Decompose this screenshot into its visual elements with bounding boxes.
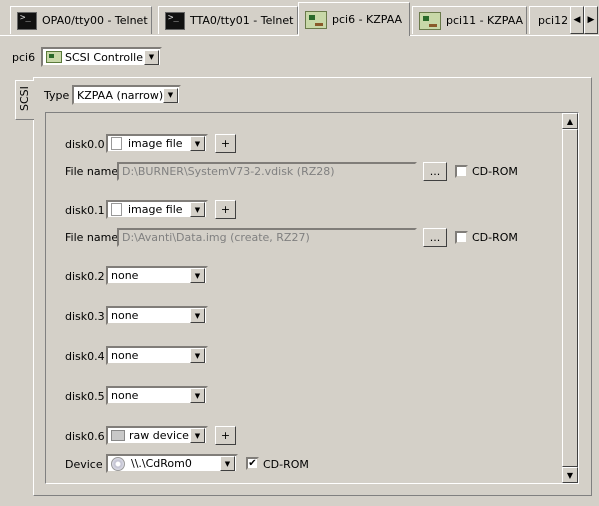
disk0-3-type-value: none: [111, 309, 139, 322]
disk0-4-type-select[interactable]: none ▼: [106, 346, 208, 365]
disk0-0-cdrom-checkbox[interactable]: [455, 165, 468, 178]
checkmark-icon: ✔: [248, 458, 257, 469]
chevron-down-icon[interactable]: ▼: [190, 136, 205, 151]
disk0-0-type-value: image file: [128, 137, 183, 150]
disk0-6-type-value: raw device: [129, 429, 189, 442]
tab-pci6-kzpaa[interactable]: pci6 - KZPAA: [298, 2, 410, 36]
arrow-right-icon: ▶: [587, 15, 595, 25]
controller-type-select[interactable]: SCSI Controller ▼: [41, 47, 162, 67]
disk0-1-cdrom-checkbox[interactable]: [455, 231, 468, 244]
disk0-1-cdrom-label: CD-ROM: [472, 231, 518, 244]
disk0-1-label: disk0.1: [65, 204, 105, 217]
disk0-1-type-value: image file: [128, 203, 183, 216]
disk0-1-file-label: File name: [65, 231, 119, 244]
disk0-4-label: disk0.4: [65, 350, 105, 363]
type-label: Type: [44, 89, 70, 102]
disk0-0-file-field[interactable]: D:\BURNER\SystemV73-2.vdisk (RZ28): [117, 162, 417, 181]
tab-scsi-label: SCSI: [18, 86, 31, 111]
chevron-down-icon[interactable]: ▼: [190, 348, 205, 363]
disk0-3-type-select[interactable]: none ▼: [106, 306, 208, 325]
disk0-5-type-select[interactable]: none ▼: [106, 386, 208, 405]
scrollbar-thumb[interactable]: [562, 129, 578, 467]
tab-label: TTA0/tty01 - Telnet: [190, 14, 294, 27]
chevron-down-icon[interactable]: ▼: [163, 87, 178, 103]
tab-label: OPA0/tty00 - Telnet: [42, 14, 148, 27]
file-icon: [111, 137, 122, 150]
tab-label: pci6 - KZPAA: [332, 13, 403, 26]
tab-scroll-right-button[interactable]: ▶: [584, 6, 598, 34]
cdrom-icon: [111, 456, 125, 471]
tab-pci12[interactable]: pci12 (: [529, 6, 571, 34]
arrow-left-icon: ◀: [573, 15, 581, 25]
chevron-down-icon[interactable]: ▼: [144, 49, 159, 65]
scsi-controller-icon: [46, 51, 62, 63]
disk0-0-cdrom-label: CD-ROM: [472, 165, 518, 178]
terminal-icon: >_: [17, 11, 37, 30]
pci-board-icon: [419, 11, 441, 30]
disk0-6-label: disk0.6: [65, 430, 105, 443]
tab-opa0-telnet[interactable]: >_ OPA0/tty00 - Telnet: [10, 6, 152, 34]
file-icon: [111, 203, 122, 216]
disk0-6-cdrom-checkbox[interactable]: ✔: [246, 457, 259, 470]
tab-label: pci12 (: [538, 14, 570, 27]
disk0-0-browse-button[interactable]: ...: [423, 162, 447, 181]
chevron-down-icon[interactable]: ▼: [190, 428, 205, 443]
tab-scroll-left-button[interactable]: ◀: [570, 6, 584, 34]
disk0-5-type-value: none: [111, 389, 139, 402]
disk0-5-label: disk0.5: [65, 390, 105, 403]
disk0-2-type-select[interactable]: none ▼: [106, 266, 208, 285]
disk0-6-add-button[interactable]: +: [215, 426, 236, 445]
tab-scsi[interactable]: SCSI: [15, 80, 34, 120]
disk0-1-type-select[interactable]: image file ▼: [106, 200, 208, 219]
disk0-2-type-value: none: [111, 269, 139, 282]
type-value: KZPAA (narrow): [77, 88, 163, 102]
disk0-0-file-label: File name: [65, 165, 119, 178]
disk-list-scrollbar[interactable]: ▲ ▼: [562, 113, 578, 483]
scroll-down-button[interactable]: ▼: [562, 467, 578, 483]
raw-device-icon: [111, 430, 125, 441]
chevron-down-icon[interactable]: ▼: [190, 268, 205, 283]
pci-board-icon: [305, 10, 327, 29]
disk0-0-label: disk0.0: [65, 138, 105, 151]
disk0-4-type-value: none: [111, 349, 139, 362]
disk0-0-type-select[interactable]: image file ▼: [106, 134, 208, 153]
tab-tta0-telnet[interactable]: >_ TTA0/tty01 - Telnet: [158, 6, 298, 34]
tab-label: pci11 - KZPAA: [446, 14, 524, 27]
disk0-6-device-label: Device: [65, 458, 103, 471]
disk0-6-cdrom-label: CD-ROM: [263, 458, 309, 471]
disk0-1-file-field[interactable]: D:\Avanti\Data.img (create, RZ27): [117, 228, 417, 247]
chevron-down-icon[interactable]: ▼: [190, 388, 205, 403]
chevron-down-icon[interactable]: ▼: [220, 456, 235, 471]
arrow-down-icon: ▼: [566, 470, 574, 480]
scroll-up-button[interactable]: ▲: [562, 113, 578, 129]
disk0-3-label: disk0.3: [65, 310, 105, 323]
chevron-down-icon[interactable]: ▼: [190, 202, 205, 217]
tab-pci11-kzpaa[interactable]: pci11 - KZPAA: [412, 6, 527, 34]
type-select[interactable]: KZPAA (narrow) ▼: [72, 85, 181, 105]
slot-label: pci6: [12, 51, 36, 64]
terminal-icon: >_: [165, 11, 185, 30]
disk0-6-device-select[interactable]: \\.\CdRom0 ▼: [106, 454, 238, 473]
disk0-1-browse-button[interactable]: ...: [423, 228, 447, 247]
chevron-down-icon[interactable]: ▼: [190, 308, 205, 323]
disk0-6-type-select[interactable]: raw device ▼: [106, 426, 208, 445]
arrow-up-icon: ▲: [566, 116, 574, 126]
disk0-1-add-button[interactable]: +: [215, 200, 236, 219]
disk0-2-label: disk0.2: [65, 270, 105, 283]
controller-type-value: SCSI Controller: [65, 50, 144, 64]
tab-bar: >_ OPA0/tty00 - Telnet >_ TTA0/tty01 - T…: [0, 0, 599, 37]
disk0-6-device-value: \\.\CdRom0: [131, 457, 192, 470]
disk0-0-add-button[interactable]: +: [215, 134, 236, 153]
